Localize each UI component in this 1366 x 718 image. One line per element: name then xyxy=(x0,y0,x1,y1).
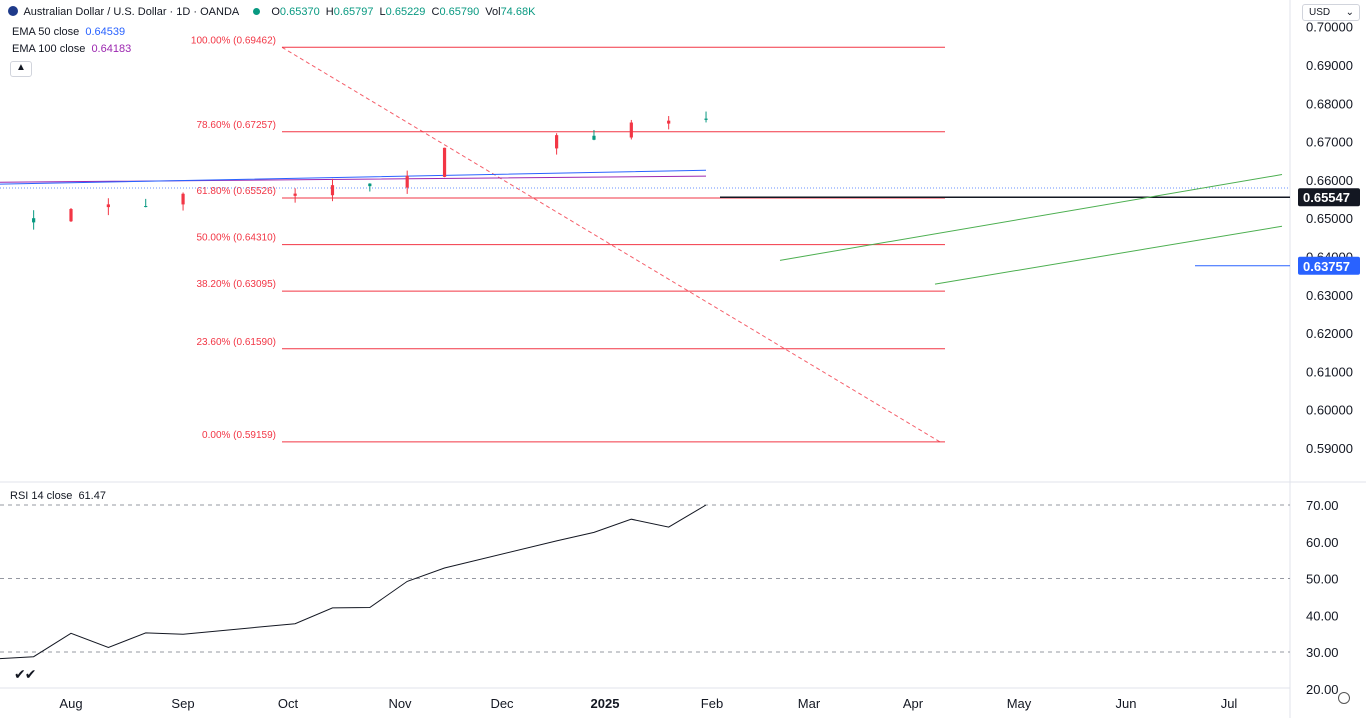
price-axis-tick: 0.60000 xyxy=(1306,403,1353,418)
candle-body xyxy=(181,193,185,205)
fib-level-label: 23.60% (0.61590) xyxy=(196,337,276,348)
rsi-axis-tick: 60.00 xyxy=(1306,535,1339,550)
rsi-line xyxy=(0,504,707,660)
time-axis-tick: Oct xyxy=(278,696,299,711)
open-value: 0.65370 xyxy=(279,6,320,18)
rsi-value: 61.47 xyxy=(78,490,106,502)
rsi-axis-tick: 50.00 xyxy=(1306,572,1339,587)
rsi-axis-tick: 70.00 xyxy=(1306,498,1339,513)
candle-body xyxy=(69,209,73,222)
price-axis-tick: 0.69000 xyxy=(1306,58,1353,73)
channel-lower-line xyxy=(934,225,1283,285)
chart-canvas[interactable]: 0.70000 0.69000 0.68000 0.67000 0.66000 0.650… xyxy=(0,0,1366,718)
price-axis-tick: 0.61000 xyxy=(1306,364,1353,379)
price-axis-tick: 0.67000 xyxy=(1306,135,1353,150)
ema100-line xyxy=(0,175,707,183)
flag-icon xyxy=(8,6,18,16)
price-axis-tick: 0.62000 xyxy=(1306,326,1353,341)
fib-level-label: 100.00% (0.69462) xyxy=(191,35,276,46)
tradingview-logo-icon[interactable]: ✔✔ xyxy=(14,666,36,683)
time-axis-tick: Sep xyxy=(171,696,194,711)
price-axis-tick: 0.66000 xyxy=(1306,173,1353,188)
collapse-legend-button[interactable]: ▲ xyxy=(10,61,32,77)
candle-body xyxy=(667,120,671,124)
candle-body xyxy=(144,206,148,208)
candle-body xyxy=(106,204,110,208)
time-axis-tick: Mar xyxy=(798,696,821,711)
low-label: L xyxy=(379,6,386,18)
candle-body xyxy=(704,118,708,120)
candle-body xyxy=(405,175,409,188)
candle-body xyxy=(330,185,335,196)
volume-label: Vol xyxy=(485,6,501,18)
chevron-down-icon: ⌄ xyxy=(1345,7,1354,18)
price-label-text: 0.63757 xyxy=(1303,259,1350,274)
rsi-axis-tick: 30.00 xyxy=(1306,645,1339,660)
candle-body xyxy=(629,122,633,138)
time-axis-tick: Apr xyxy=(903,696,924,711)
candle-body xyxy=(293,193,297,196)
time-axis-tick: Jul xyxy=(1221,696,1238,711)
high-value: 0.65797 xyxy=(333,6,374,18)
price-axis-tick: 0.59000 xyxy=(1306,441,1353,456)
fib-level-label: 38.20% (0.63095) xyxy=(196,279,276,290)
ema50-legend[interactable]: EMA 50 close 0.64539 xyxy=(12,26,128,38)
price-label-text: 0.65547 xyxy=(1303,190,1350,205)
rsi-axis-tick: 40.00 xyxy=(1306,608,1339,623)
ema50-line xyxy=(0,169,707,185)
ema100-legend[interactable]: EMA 100 close 0.64183 xyxy=(12,43,134,55)
channel-upper-line xyxy=(779,174,1283,261)
rsi-label: RSI 14 close xyxy=(10,490,73,502)
candle-body xyxy=(442,147,447,177)
symbol-legend: Australian Dollar / U.S. Dollar · 1D · O… xyxy=(8,6,538,18)
ema50-label: EMA 50 close xyxy=(12,26,80,38)
time-axis-tick: 2025 xyxy=(591,696,620,711)
low-value: 0.65229 xyxy=(385,6,426,18)
price-axis-tick: 0.63000 xyxy=(1306,288,1353,303)
fib-level-label: 0.00% (0.59159) xyxy=(202,430,276,441)
rsi-legend[interactable]: RSI 14 close 61.47 xyxy=(10,490,109,502)
currency-select[interactable]: USD ⌄ xyxy=(1302,4,1360,21)
time-axis-tick: Feb xyxy=(701,696,723,711)
time-axis-tick: Jun xyxy=(1116,696,1137,711)
time-axis-tick: Dec xyxy=(490,696,514,711)
fib-level-label: 50.00% (0.64310) xyxy=(196,233,276,244)
candle-body xyxy=(555,135,559,149)
settings-gear-icon[interactable] xyxy=(1338,692,1350,704)
price-axis-tick: 0.70000 xyxy=(1306,20,1353,35)
open-label: O xyxy=(271,6,280,18)
close-value: 0.65790 xyxy=(439,6,480,18)
price-axis-tick: 0.68000 xyxy=(1306,96,1353,111)
currency-select-value: USD xyxy=(1309,7,1331,18)
market-status-dot-icon xyxy=(253,8,261,15)
volume-value: 74.68K xyxy=(500,6,536,18)
ema50-value: 0.64539 xyxy=(85,26,126,38)
symbol-title[interactable]: Australian Dollar / U.S. Dollar · 1D · O… xyxy=(23,6,239,18)
time-axis-tick: Nov xyxy=(388,696,412,711)
rsi-axis-tick: 20.00 xyxy=(1306,682,1339,697)
ema100-label: EMA 100 close xyxy=(12,43,86,55)
time-axis-tick: Aug xyxy=(59,696,82,711)
chevron-up-icon: ▲ xyxy=(16,62,26,73)
fib-level-label: 78.60% (0.67257) xyxy=(196,120,276,131)
candle-body xyxy=(592,135,596,140)
candle-body xyxy=(32,218,36,223)
high-label: H xyxy=(325,6,334,18)
candle-body xyxy=(368,183,372,187)
price-axis-tick: 0.65000 xyxy=(1306,211,1353,226)
ema100-value: 0.64183 xyxy=(91,43,132,55)
time-axis-tick: May xyxy=(1007,696,1032,711)
